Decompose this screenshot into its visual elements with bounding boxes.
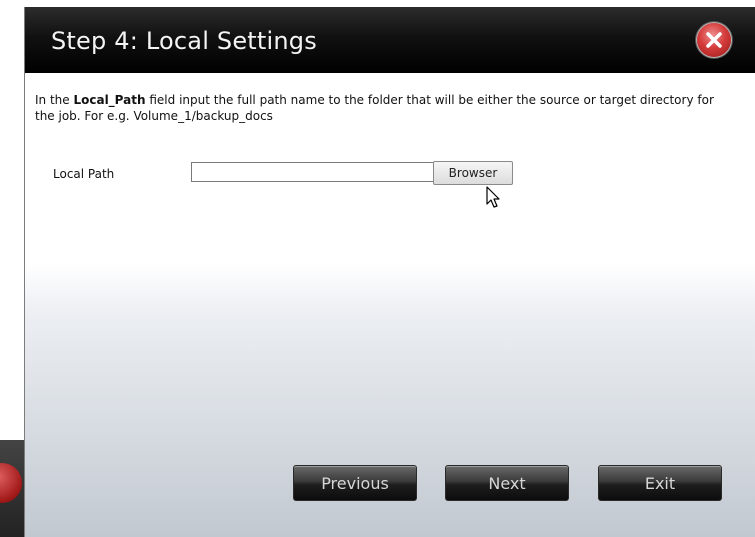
wizard-dialog: Step 4: Local Settings In the Local_Path… xyxy=(24,7,755,537)
dialog-content: In the Local_Path field input the full p… xyxy=(25,73,755,537)
previous-button[interactable]: Previous xyxy=(293,465,417,501)
local-path-input[interactable] xyxy=(191,162,433,182)
browser-button[interactable]: Browser xyxy=(433,161,513,185)
close-button[interactable] xyxy=(696,22,732,58)
exit-button[interactable]: Exit xyxy=(598,465,722,501)
instruction-field-name: Local_Path xyxy=(73,93,146,107)
instruction-prefix: In the xyxy=(35,93,74,107)
next-button[interactable]: Next xyxy=(445,465,569,501)
mouse-pointer-icon xyxy=(486,186,500,208)
instruction-text: In the Local_Path field input the full p… xyxy=(35,92,735,124)
dialog-title: Step 4: Local Settings xyxy=(51,27,317,55)
close-icon xyxy=(706,32,722,48)
dialog-titlebar: Step 4: Local Settings xyxy=(25,7,755,73)
local-path-label: Local Path xyxy=(53,167,115,181)
